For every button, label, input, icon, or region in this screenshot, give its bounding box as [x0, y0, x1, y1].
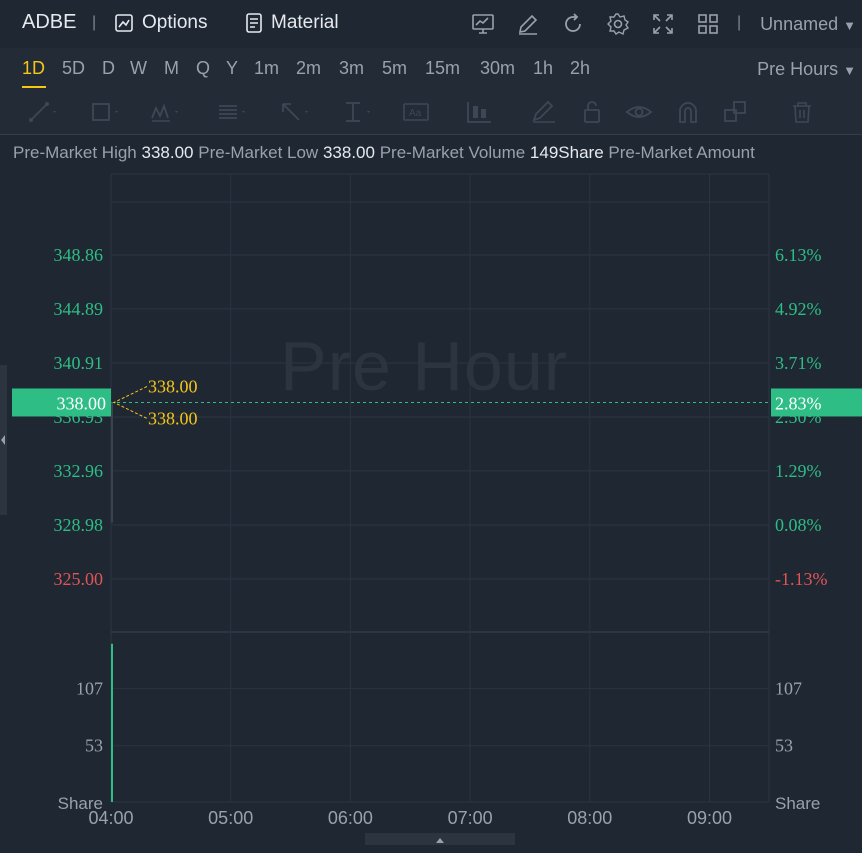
price-tick-label: 340.91 — [54, 353, 104, 373]
caret-down-icon: ▼ — [843, 18, 856, 33]
low-label: Pre-Market Low — [198, 143, 319, 162]
layout-name-dropdown[interactable]: Unnamed ▼ — [760, 14, 856, 35]
interval-d[interactable]: D — [102, 58, 115, 79]
magnet-icon[interactable] — [674, 100, 704, 124]
interval-2h[interactable]: 2h — [570, 58, 590, 79]
caret-down-icon: ▼ — [843, 63, 856, 78]
layout-grid-icon[interactable] — [696, 12, 720, 36]
active-interval-underline — [22, 86, 46, 88]
volume-unit-right: Share — [775, 794, 820, 813]
eye-icon[interactable] — [625, 100, 655, 124]
percent-tick-label: 1.29% — [775, 461, 822, 481]
rectangle-tool-icon[interactable] — [90, 100, 120, 124]
separator-2: | — [737, 14, 742, 31]
fullscreen-icon[interactable] — [651, 12, 675, 36]
x-tick-label: 08:00 — [567, 808, 612, 828]
indicator-icon[interactable] — [471, 12, 495, 36]
percent-tick-label: 3.71% — [775, 353, 822, 373]
x-tick-label: 07:00 — [448, 808, 493, 828]
x-tick-label: 06:00 — [328, 808, 373, 828]
text-range-tool-icon[interactable] — [342, 100, 372, 124]
interval-m[interactable]: M — [164, 58, 179, 79]
text-tool-icon[interactable]: Aa — [402, 100, 432, 124]
interval-w[interactable]: W — [130, 58, 147, 79]
volume-tick-label: 53 — [85, 736, 103, 756]
plot-frame — [110, 173, 770, 803]
options-button[interactable]: Options — [114, 12, 207, 34]
options-label: Options — [142, 12, 208, 33]
drawing-toolbar: Aa — [0, 90, 862, 135]
arrow-tool-icon[interactable] — [280, 100, 310, 124]
interval-30m[interactable]: 30m — [480, 58, 515, 79]
interval-1d[interactable]: 1D — [22, 58, 45, 79]
wave-tool-icon[interactable] — [150, 100, 180, 124]
last-percent-label: 2.83% — [775, 393, 822, 413]
percent-tick-label: -1.13% — [775, 569, 828, 589]
time-scroll-thumb[interactable] — [365, 833, 515, 845]
trash-icon[interactable] — [788, 100, 818, 124]
svg-text:Aa: Aa — [409, 108, 422, 119]
layout-name: Unnamed — [760, 14, 839, 34]
volume-unit-left: Share — [58, 794, 103, 813]
edit-icon[interactable] — [516, 12, 540, 36]
volume-value: 149Share — [529, 143, 604, 162]
refresh-icon[interactable] — [561, 12, 585, 36]
pencil-icon[interactable] — [530, 100, 560, 124]
x-tick-label: 05:00 — [208, 808, 253, 828]
percent-tick-label: 0.08% — [775, 515, 822, 535]
fib-tool-icon[interactable] — [217, 100, 247, 124]
volume-tick-label-right: 107 — [775, 678, 802, 698]
last-price-label: 338.00 — [57, 393, 107, 413]
price-tick-label: 344.89 — [54, 299, 104, 319]
top-toolbar: ADBE | Options Material | Unnamed ▼ — [0, 0, 862, 48]
interval-2m[interactable]: 2m — [296, 58, 321, 79]
candle-tool-icon[interactable] — [465, 100, 495, 124]
session-label: Pre Hours — [757, 59, 839, 79]
high-value: 338.00 — [141, 143, 194, 162]
interval-5m[interactable]: 5m — [382, 58, 407, 79]
interval-1h[interactable]: 1h — [533, 58, 553, 79]
percent-tick-label: 4.92% — [775, 299, 822, 319]
interval-15m[interactable]: 15m — [425, 58, 460, 79]
high-marker-label: 338.00 — [148, 376, 198, 396]
interval-y[interactable]: Y — [226, 58, 238, 79]
low-marker-label: 338.00 — [148, 408, 198, 428]
session-dropdown[interactable]: Pre Hours ▼ — [757, 59, 856, 80]
low-value: 338.00 — [322, 143, 375, 162]
interval-1m[interactable]: 1m — [254, 58, 279, 79]
price-tick-label: 332.96 — [54, 461, 104, 481]
lock-icon[interactable] — [578, 100, 608, 124]
line-tool-icon[interactable] — [28, 100, 58, 124]
high-label: Pre-Market High — [13, 143, 137, 162]
amount-label: Pre-Market Amount — [608, 143, 755, 162]
volume-label: Pre-Market Volume — [379, 143, 526, 162]
volume-tick-label-right: 53 — [775, 736, 793, 756]
separator: | — [92, 14, 97, 31]
document-icon — [246, 13, 262, 33]
pre-market-info: Pre-Market High 338.00 Pre-Market Low 33… — [13, 143, 755, 163]
percent-tick-label: 6.13% — [775, 245, 822, 265]
x-tick-label: 09:00 — [687, 808, 732, 828]
interval-q[interactable]: Q — [196, 58, 210, 79]
price-tick-label: 325.00 — [54, 569, 104, 589]
interval-3m[interactable]: 3m — [339, 58, 364, 79]
price-tick-label: 328.98 — [54, 515, 104, 535]
caret-up-icon — [436, 838, 444, 843]
interval-bar: 1D 5D D W M Q Y 1m 2m 3m 5m 15m 30m 1h 2h Pre Hours ▼ — [0, 48, 862, 90]
symbol-label[interactable]: ADBE — [22, 11, 76, 34]
price-tick-label: 348.86 — [54, 245, 104, 265]
material-label: Material — [271, 12, 339, 33]
interval-5d[interactable]: 5D — [62, 58, 85, 79]
gear-icon[interactable] — [606, 12, 630, 36]
material-button[interactable]: Material — [245, 12, 339, 34]
price-volume-chart[interactable]: 04:00 05:00 06:00 07:00 08:00 09:00348.86 6.13… — [0, 168, 862, 833]
clone-icon[interactable] — [722, 100, 752, 124]
options-chart-icon — [115, 14, 133, 32]
volume-tick-label: 107 — [76, 678, 103, 698]
